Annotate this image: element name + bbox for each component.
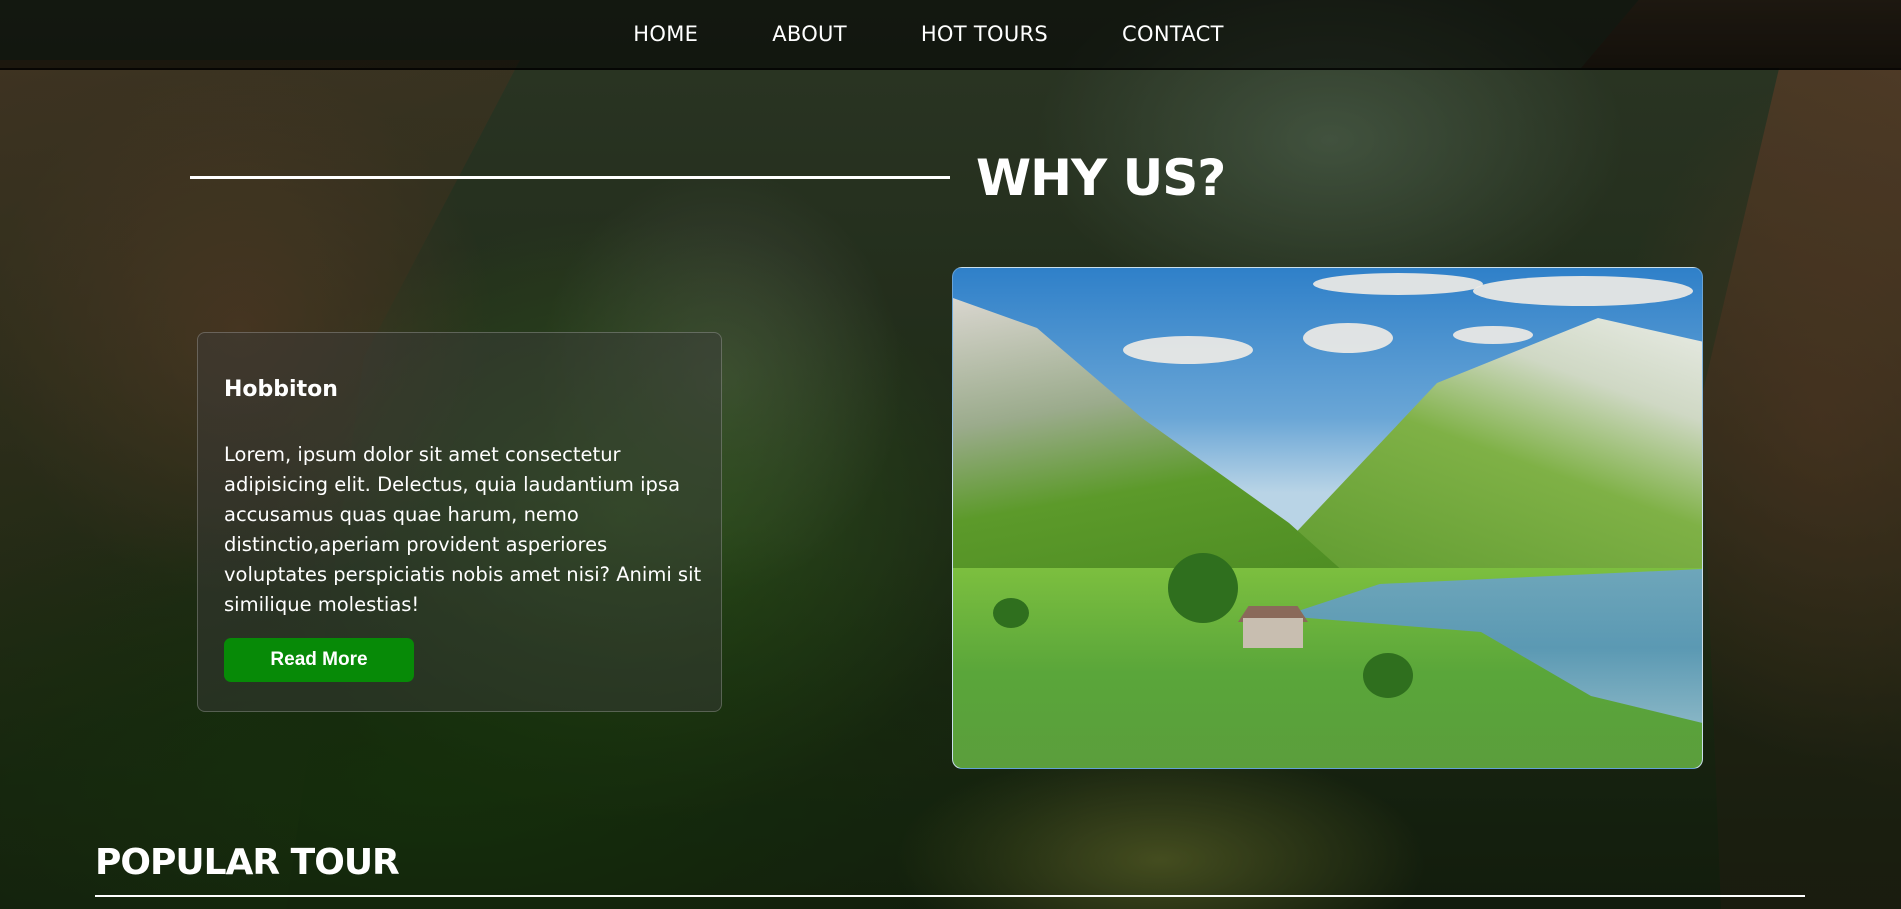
card-title: Hobbiton <box>224 377 338 402</box>
photo-tree <box>993 598 1029 628</box>
popular-tour-divider <box>95 895 1805 897</box>
card-text: Lorem, ipsum dolor sit amet consectetur … <box>224 443 702 616</box>
photo-mountain-right <box>1253 318 1702 578</box>
nav-link-contact[interactable]: CONTACT <box>1085 0 1261 69</box>
nav-item-about: ABOUT <box>735 0 884 69</box>
photo-cloud <box>1123 336 1253 364</box>
nav-link-hot-tours[interactable]: HOT TOURS <box>884 0 1085 69</box>
top-navbar: HOME ABOUT HOT TOURS CONTACT <box>0 0 1901 70</box>
nav-link-about[interactable]: ABOUT <box>735 0 884 69</box>
nav-list: HOME ABOUT HOT TOURS CONTACT <box>596 0 1260 69</box>
photo-cloud <box>1473 276 1693 306</box>
nav-item-contact: CONTACT <box>1085 0 1261 69</box>
nav-item-home: HOME <box>596 0 735 69</box>
nav-link-home[interactable]: HOME <box>596 0 735 69</box>
nav-item-hot-tours: HOT TOURS <box>884 0 1085 69</box>
photo-tree <box>1363 653 1413 698</box>
why-us-divider <box>190 176 950 179</box>
read-more-button[interactable]: Read More <box>224 638 414 682</box>
photo-cloud <box>1313 273 1483 295</box>
popular-tour-title: POPULAR TOUR <box>95 842 400 883</box>
photo-cloud <box>1453 326 1533 344</box>
landscape-photo <box>952 267 1703 769</box>
photo-tree <box>1168 553 1238 623</box>
photo-cloud <box>1303 323 1393 353</box>
info-card: Hobbiton Lorem, ipsum dolor sit amet con… <box>197 332 722 712</box>
why-us-title: WHY US? <box>976 149 1226 207</box>
photo-hut <box>1243 618 1303 648</box>
